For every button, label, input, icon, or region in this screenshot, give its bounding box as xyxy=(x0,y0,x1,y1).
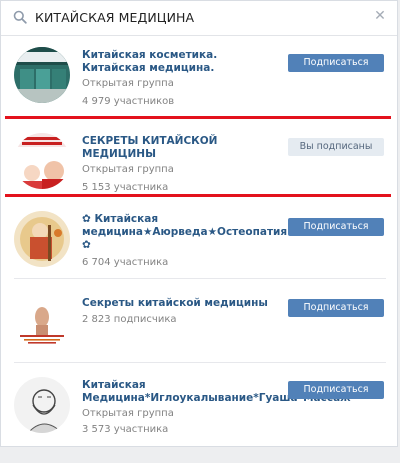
group-avatar[interactable] xyxy=(14,211,70,267)
subscribe-button[interactable]: Подписаться xyxy=(288,381,384,399)
member-count: 6 704 участника xyxy=(82,257,169,268)
group-info: Китайская Медицина*Иглоукалывание*Гуаша*… xyxy=(82,379,351,437)
list-item[interactable]: Китайская Медицина*Иглоукалывание*Гуаша*… xyxy=(1,367,399,463)
group-type: Открытая группа xyxy=(82,78,174,89)
member-count: 3 573 участника xyxy=(82,424,169,435)
group-type: Открытая группа xyxy=(82,164,174,175)
highlight-line xyxy=(5,116,391,119)
search-input[interactable]: КИТАЙСКАЯ МЕДИЦИНА xyxy=(35,10,194,25)
divider xyxy=(14,362,386,363)
group-info: Китайская косметика. Китайская медицина.… xyxy=(82,49,278,109)
close-icon[interactable]: ✕ xyxy=(373,9,387,23)
group-avatar[interactable] xyxy=(14,295,70,351)
group-title[interactable]: Китайская косметика. Китайская медицина. xyxy=(82,49,278,75)
divider xyxy=(14,278,386,279)
list-item[interactable]: ✿ Китайская медицина★Аюрведа★Остеопатия … xyxy=(1,201,399,297)
member-count: 5 153 участника xyxy=(82,182,169,193)
group-title[interactable]: ✿ Китайская медицина★Аюрведа★Остеопатия … xyxy=(82,213,287,252)
search-icon xyxy=(13,10,27,24)
member-count: 2 823 подписчика xyxy=(82,314,177,325)
search-bar[interactable]: КИТАЙСКАЯ МЕДИЦИНА ✕ xyxy=(1,1,397,36)
group-title[interactable]: Секреты китайской медицины xyxy=(82,297,278,310)
subscribe-button[interactable]: Подписаться xyxy=(288,218,384,236)
group-info: СЕКРЕТЫ КИТАЙСКОЙ МЕДИЦИНЫ Открытая груп… xyxy=(82,135,278,195)
subscribe-button[interactable]: Подписаться xyxy=(288,299,384,317)
group-title[interactable]: Китайская Медицина*Иглоукалывание*Гуаша*… xyxy=(82,379,351,405)
member-count: 4 979 участников xyxy=(82,96,175,107)
group-info: Секреты китайской медицины 2 823 подписч… xyxy=(82,297,278,327)
highlight-line xyxy=(5,194,391,197)
subscribed-button[interactable]: Вы подписаны xyxy=(288,138,384,156)
group-type: Открытая группа xyxy=(82,408,174,419)
group-avatar[interactable] xyxy=(14,133,70,189)
group-title[interactable]: СЕКРЕТЫ КИТАЙСКОЙ МЕДИЦИНЫ xyxy=(82,135,278,161)
search-results-panel: КИТАЙСКАЯ МЕДИЦИНА ✕ Китайская косметика… xyxy=(0,0,398,447)
group-avatar[interactable] xyxy=(14,377,70,433)
subscribe-button[interactable]: Подписаться xyxy=(288,54,384,72)
group-info: ✿ Китайская медицина★Аюрведа★Остеопатия … xyxy=(82,213,287,270)
group-avatar[interactable] xyxy=(14,47,70,103)
